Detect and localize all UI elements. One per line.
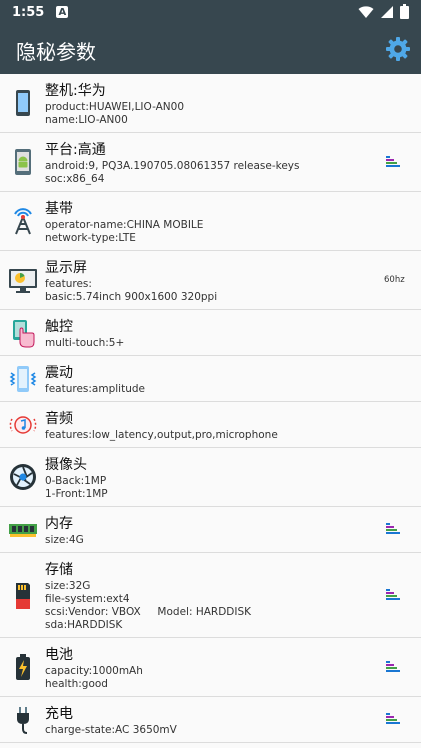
row-line: file-system:ext4 [45,593,130,605]
list-item-audio[interactable]: 音频 features:low_latency,output,pro,micro… [0,402,421,448]
row-title: 显示屏 [45,260,87,276]
plug-icon [17,707,29,734]
battery-icon [16,654,30,680]
row-line: features:amplitude [45,383,145,395]
row-title: 整机:华为 [45,83,106,99]
list-item-platform[interactable]: 平台:高通 android:9, PQ3A.190705.08061357 re… [0,133,421,192]
list-item-camera[interactable]: 摄像头 0-Back:1MP 1-Front:1MP [0,448,421,507]
list-item-storage[interactable]: 存储 size:32G file-system:ext4 scsi:Vendor… [0,553,421,638]
row-line: charge-state:AC 3650mV [45,724,177,736]
android-icon [15,149,31,175]
list-item-battery[interactable]: 电池 capacity:1000mAh health:good [0,638,421,697]
row-title: 基带 [45,201,73,217]
signal-icon [381,5,393,18]
row-line: features:low_latency,output,pro,micropho… [45,429,278,441]
row-title: 平台:高通 [45,142,106,158]
row-line: size:32G [45,580,91,592]
row-title: 存储 [45,562,73,578]
chart-bars-icon[interactable] [386,661,400,673]
row-title: 充电 [45,706,73,722]
notification-icon: A [56,6,69,18]
row-line: health:good [45,678,108,690]
chart-bars-icon[interactable] [386,523,400,535]
row-title: 震动 [45,365,73,381]
list-item-device[interactable]: 整机:华为 product:HUAWEI,LIO-AN00 name:LIO-A… [0,74,421,133]
list-item-memory[interactable]: 内存 size:4G [0,507,421,553]
monitor-icon [9,269,37,293]
chart-bars-icon[interactable] [386,156,400,168]
vibration-icon [9,366,37,392]
phone-icon [16,90,30,116]
camera-aperture-icon [10,464,36,490]
settings-gear-icon[interactable] [385,36,411,62]
page-title: 隐秘参数 [16,40,96,64]
row-line: soc:x86_64 [45,173,105,185]
row-line: 1-Front:1MP [45,488,108,500]
chart-bars-icon[interactable] [386,713,400,725]
row-title: 触控 [45,319,73,335]
status-bar: 1:55 A [0,0,421,24]
list-item-display[interactable]: 显示屏 features: basic:5.74inch 900x1600 32… [0,251,421,310]
memory-chip-icon [9,524,37,537]
row-line: features: [45,278,92,290]
audio-icon [9,416,37,434]
list-item-charging[interactable]: 充电 charge-state:AC 3650mV [0,697,421,743]
battery-status-icon [400,4,409,19]
parameter-list[interactable]: 整机:华为 product:HUAWEI,LIO-AN00 name:LIO-A… [0,74,421,748]
row-title: 电池 [45,647,73,663]
list-item-vibration[interactable]: 震动 features:amplitude [0,356,421,402]
app-bar: 隐秘参数 [0,24,421,74]
chart-bars-icon[interactable] [386,589,400,601]
list-item-touch[interactable]: 触控 multi-touch:5+ [0,310,421,356]
antenna-icon [14,208,32,235]
list-item-baseband[interactable]: 基带 operator-name:CHINA MOBILE network-ty… [0,192,421,251]
wifi-icon [358,5,374,18]
row-line: android:9, PQ3A.190705.08061357 release-… [45,160,300,172]
row-title: 音频 [45,411,73,427]
row-line: multi-touch:5+ [45,337,125,349]
row-line: sda:HARDDISK [45,619,123,631]
row-line: scsi:Vendor: VBOX Model: HARDDISK [45,606,252,618]
sd-card-icon [16,583,30,609]
status-time: 1:55 [12,4,45,20]
row-line: size:4G [45,534,84,546]
row-line: operator-name:CHINA MOBILE [45,219,204,231]
row-line: basic:5.74inch 900x1600 320ppi [45,291,218,303]
row-title: 摄像头 [45,457,87,473]
row-line: product:HUAWEI,LIO-AN00 [45,101,185,113]
row-line: network-type:LTE [45,232,136,244]
row-title: 内存 [45,516,73,532]
row-line: capacity:1000mAh [45,665,143,677]
refresh-rate-label: 60hz [384,275,405,285]
row-line: 0-Back:1MP [45,475,107,487]
row-line: name:LIO-AN00 [45,114,128,126]
touch-hand-icon [13,320,35,348]
